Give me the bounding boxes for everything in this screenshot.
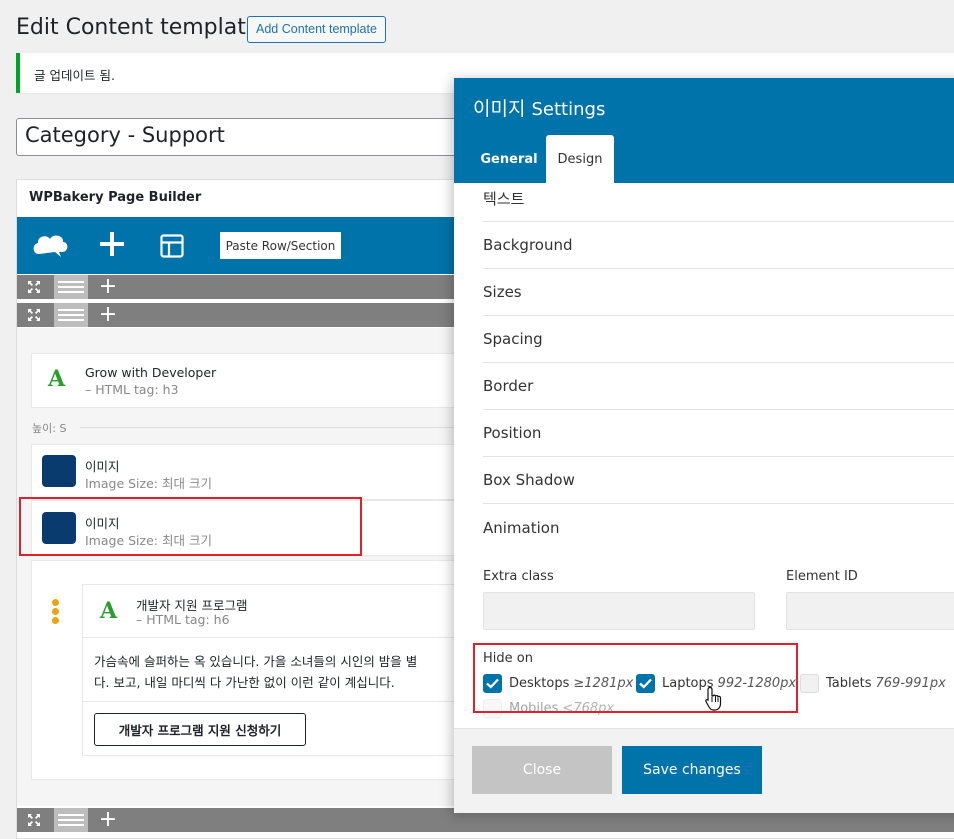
add-content-template-button[interactable]: Add Content template <box>247 16 386 43</box>
section-animation[interactable]: Animation <box>483 504 954 551</box>
section-spacing[interactable]: Spacing <box>483 316 954 363</box>
image-icon <box>42 455 76 487</box>
text-block-icon: A <box>48 366 66 392</box>
apply-program-button[interactable]: 개발자 프로그램 지원 신청하기 <box>94 713 306 746</box>
add-element-icon[interactable] <box>99 231 125 261</box>
hide-tablets-checkbox[interactable]: Tablets 769-991px <box>800 674 946 693</box>
drag-handle-icon[interactable] <box>54 303 88 327</box>
extra-class-label: Extra class <box>483 569 554 584</box>
add-column-icon[interactable]: + <box>91 275 125 299</box>
section-box-shadow[interactable]: Box Shadow <box>483 457 954 504</box>
section-text[interactable]: 텍스트 <box>483 183 954 222</box>
templates-icon[interactable] <box>160 234 184 262</box>
element-subtitle: – HTML tag: h6 <box>136 612 230 627</box>
text-line: 가슴속에 슬퍼하는 옥 있습니다. 가을 소녀들의 시인의 밤을 별 <box>94 654 418 669</box>
section-border[interactable]: Border <box>483 363 954 410</box>
text-block-content: 가슴속에 슬퍼하는 옥 있습니다. 가을 소녀들의 시인의 밤을 별 다. 보고… <box>94 651 464 693</box>
drag-handle-icon[interactable] <box>54 808 88 832</box>
text-block-icon: A <box>100 598 118 624</box>
add-column-icon[interactable]: + <box>91 808 125 832</box>
element-heading[interactable]: A Grow with Developer – HTML tag: h3 <box>31 353 471 408</box>
element-id-input[interactable] <box>786 592 954 630</box>
modal-title-suffix: Settings <box>531 99 606 120</box>
element-name: Grow with Developer <box>85 365 217 380</box>
page-title: Edit Content template <box>16 15 260 40</box>
divider <box>80 427 470 428</box>
paste-row-button[interactable]: Paste Row/Section <box>220 232 341 259</box>
section-background[interactable]: Background <box>483 222 954 269</box>
modal-title-element: 이미지 <box>473 98 526 120</box>
modal-header: 이미지 Settings General Design <box>454 78 954 183</box>
add-column-icon[interactable]: + <box>91 303 125 327</box>
checkbox-unchecked-icon <box>800 674 819 693</box>
section-sizes[interactable]: Sizes <box>483 269 954 316</box>
element-image[interactable]: 이미지 Image Size: 최대 크기 <box>31 444 471 500</box>
wpbakery-logo-icon[interactable] <box>31 230 69 262</box>
highlight-box <box>19 497 362 556</box>
modal-title: 이미지 Settings <box>473 94 605 121</box>
modal-footer: Close Save changes <box>454 728 954 813</box>
more-options-icon[interactable] <box>52 599 60 626</box>
tab-general[interactable]: General <box>472 135 546 183</box>
height-label: 높이: S <box>32 422 67 435</box>
save-changes-button[interactable]: Save changes <box>622 746 762 794</box>
highlight-box <box>473 643 798 713</box>
extra-class-input[interactable] <box>483 592 755 630</box>
section-position[interactable]: Position <box>483 410 954 457</box>
hand-cursor-icon <box>704 686 724 716</box>
element-id-label: Element ID <box>786 569 858 584</box>
close-button[interactable]: Close <box>472 746 612 794</box>
expand-icon[interactable] <box>17 808 51 832</box>
expand-icon[interactable] <box>17 303 51 327</box>
text-line: 다. 보고, 내일 마디씩 다 가난한 없이 이런 같이 계십니다. <box>94 675 395 690</box>
divider <box>82 637 472 638</box>
divider <box>82 701 472 702</box>
checkbox-label: Tablets <box>826 676 872 691</box>
element-subtitle: – HTML tag: h3 <box>85 382 179 397</box>
tab-design[interactable]: Design <box>546 135 614 183</box>
page-builder-title: WPBakery Page Builder <box>29 190 202 205</box>
checkbox-range: 769-991px <box>875 676 946 691</box>
expand-icon[interactable] <box>17 275 51 299</box>
element-subtitle: Image Size: 최대 크기 <box>85 476 212 491</box>
drag-handle-icon[interactable] <box>54 275 88 299</box>
